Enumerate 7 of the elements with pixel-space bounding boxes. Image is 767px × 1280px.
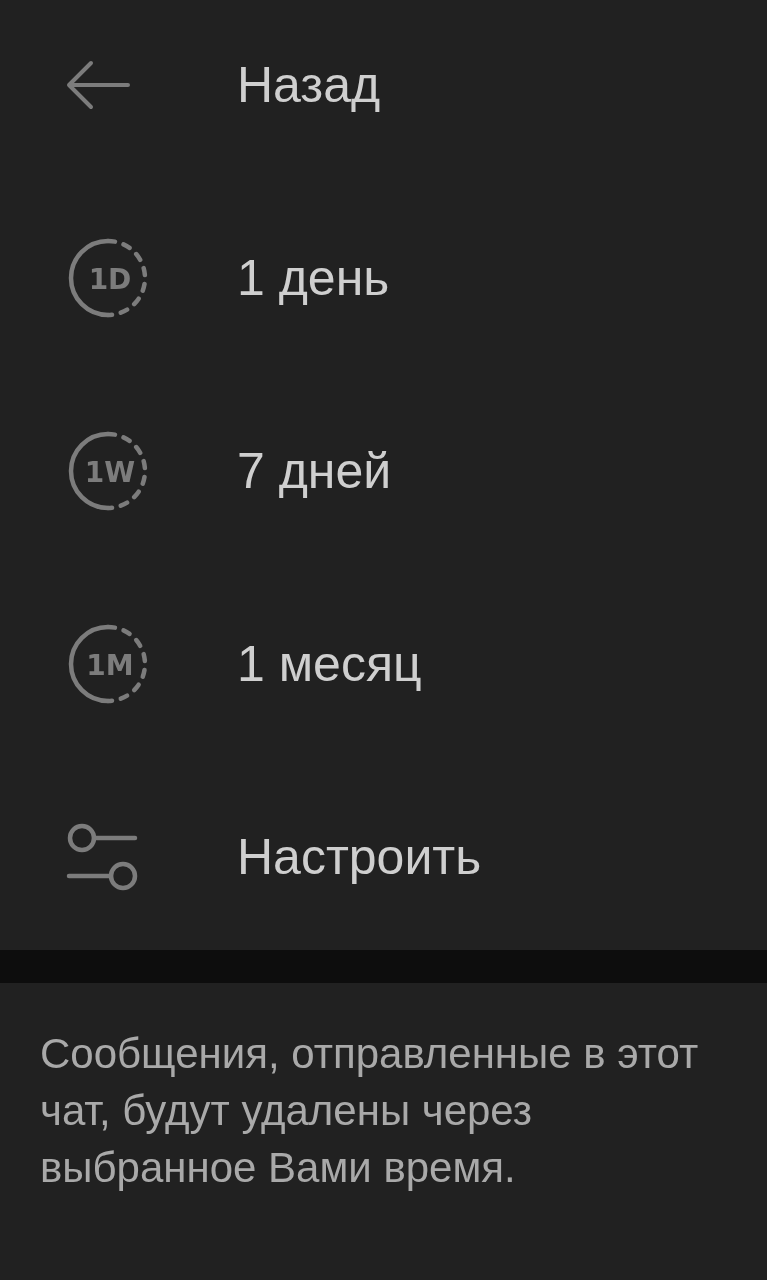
menu-item[interactable]: Назад	[237, 59, 381, 110]
menu-item[interactable]: 7 дней	[237, 445, 392, 496]
back-arrow-icon	[65, 59, 131, 110]
menu-item[interactable]: Настроить	[237, 831, 482, 882]
menu-item[interactable]: 1 день	[237, 252, 390, 303]
footer-description: Сообщения, отправленные в этот чат, будут удалены через выбранное Вами время.	[40, 1029, 700, 1193]
menu-item[interactable]: 1 месяц	[237, 638, 422, 689]
